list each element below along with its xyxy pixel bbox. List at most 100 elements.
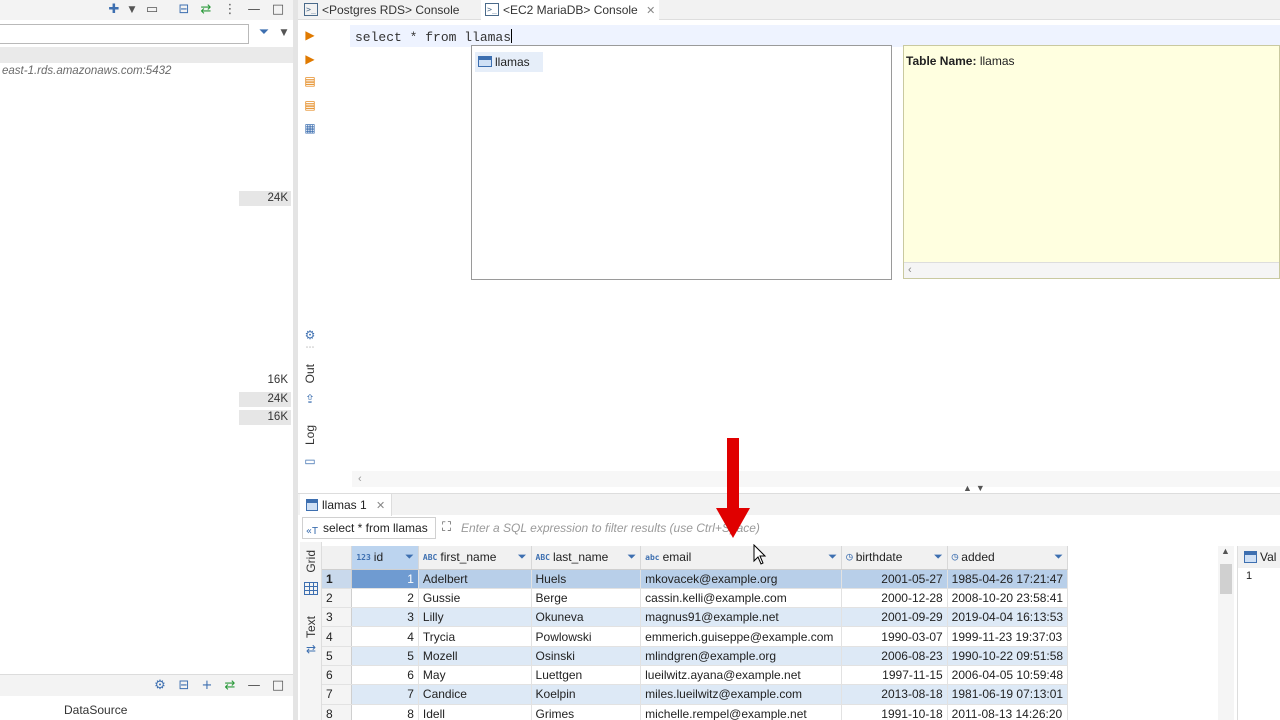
expand-icon[interactable]: ⛶: [442, 517, 451, 539]
cell-first-name[interactable]: Mozell: [418, 646, 532, 666]
cell-last-name[interactable]: Luettgen: [531, 665, 642, 686]
cell-first-name[interactable]: Lilly: [418, 607, 532, 628]
navigator-selected-row[interactable]: [0, 47, 293, 63]
execute-script-new-tab-icon[interactable]: ▤: [303, 98, 317, 112]
cell-last-name[interactable]: Osinski: [531, 646, 642, 666]
new-connection-icon[interactable]: ✚: [106, 2, 122, 18]
tab-postgres-console[interactable]: >_ <Postgres RDS> Console: [300, 0, 480, 20]
cell-email[interactable]: lueilwitz.ayana@example.net: [640, 665, 843, 686]
table-row[interactable]: 2 2 Gussie Berge cassin.kelli@example.com 200…: [322, 588, 1218, 609]
cell-added[interactable]: 2011-08-13 14:26:20: [947, 704, 1069, 720]
connection-url[interactable]: east-1.rds.amazonaws.com:5432: [2, 65, 171, 77]
scroll-left-icon[interactable]: ‹: [908, 264, 912, 276]
column-header-first-name[interactable]: ABC first_name ⏷: [418, 546, 532, 570]
log-icon[interactable]: ▭: [303, 454, 317, 468]
cell-birthdate[interactable]: 2006-08-23: [841, 646, 948, 666]
cell-id[interactable]: 5: [351, 646, 419, 666]
cell-last-name[interactable]: Berge: [531, 588, 642, 609]
cell-id[interactable]: 7: [351, 684, 419, 705]
cell-first-name[interactable]: Gussie: [418, 588, 532, 609]
cell-id[interactable]: 3: [351, 607, 419, 628]
column-filter-icon[interactable]: ⏷: [518, 550, 527, 564]
gear-icon[interactable]: ⚙: [152, 678, 168, 694]
results-grid[interactable]: 123 id ⏷ ABC first_name ⏷ ABC last_name ⏷ abc e…: [322, 546, 1218, 720]
sql-query-text[interactable]: select * from llamas: [355, 29, 513, 45]
link-with-editor-icon[interactable]: ⇄: [198, 2, 214, 18]
filter-expression-input[interactable]: ⛶ Enter a SQL expression to filter resul…: [439, 517, 1280, 539]
sync-icon[interactable]: ⇄: [222, 678, 238, 694]
grid-vertical-scrollbar[interactable]: ▲: [1218, 546, 1234, 720]
close-icon[interactable]: ✕: [646, 4, 655, 17]
cell-birthdate[interactable]: 1990-03-07: [841, 626, 948, 647]
cell-id[interactable]: 4: [351, 626, 419, 647]
execute-statement-icon[interactable]: ▶: [303, 28, 317, 42]
cell-email[interactable]: mlindgren@example.org: [640, 646, 843, 666]
cell-first-name[interactable]: Candice: [418, 684, 532, 705]
filter-dropdown-icon[interactable]: ▼: [276, 25, 292, 41]
cell-birthdate[interactable]: 2013-08-18: [841, 684, 948, 705]
column-filter-icon[interactable]: ⏷: [1054, 550, 1063, 564]
cell-last-name[interactable]: Grimes: [531, 704, 642, 720]
collapse-all-icon[interactable]: ⊟: [176, 2, 192, 18]
cell-first-name[interactable]: May: [418, 665, 532, 686]
active-query-label[interactable]: «T select * from llamas: [302, 517, 436, 539]
cell-email[interactable]: miles.lueilwitz@example.com: [640, 684, 843, 705]
explain-plan-icon[interactable]: ▦: [303, 121, 317, 135]
cell-added[interactable]: 1985-04-26 17:21:47: [947, 569, 1069, 589]
minimize-icon[interactable]: —: [246, 2, 262, 18]
cell-first-name[interactable]: Trycia: [418, 626, 532, 647]
cell-added[interactable]: 2006-04-05 10:59:48: [947, 665, 1069, 686]
scrollbar-thumb[interactable]: [1220, 564, 1232, 594]
value-panel-header[interactable]: Val: [1238, 546, 1280, 568]
table-row[interactable]: 1 1 Adelbert Huels mkovacek@example.org 2001-…: [322, 569, 1218, 589]
cell-last-name[interactable]: Huels: [531, 569, 642, 589]
cell-last-name[interactable]: Okuneva: [531, 607, 642, 628]
cell-birthdate[interactable]: 1997-11-15: [841, 665, 948, 686]
cell-email[interactable]: michelle.rempel@example.net: [640, 704, 843, 720]
splitter-arrows[interactable]: ▲▼: [963, 483, 989, 493]
more-icon[interactable]: ⋯: [303, 341, 317, 355]
cell-birthdate[interactable]: 2000-12-28: [841, 588, 948, 609]
cell-email[interactable]: magnus91@example.net: [640, 607, 843, 628]
table-row[interactable]: 5 5 Mozell Osinski mlindgren@example.org 2006…: [322, 646, 1218, 666]
cell-birthdate[interactable]: 1991-10-18: [841, 704, 948, 720]
cell-first-name[interactable]: Adelbert: [418, 569, 532, 589]
column-filter-icon[interactable]: ⏷: [627, 550, 636, 564]
cell-email[interactable]: emmerich.guiseppe@example.com: [640, 626, 843, 647]
cell-added[interactable]: 1999-11-23 19:37:03: [947, 626, 1069, 647]
table-row[interactable]: 3 3 Lilly Okuneva magnus91@example.net 2001-0…: [322, 607, 1218, 628]
table-row[interactable]: 8 8 Idell Grimes michelle.rempel@example.net…: [322, 704, 1218, 720]
text-view-tab[interactable]: Text: [304, 616, 318, 638]
execute-script-icon[interactable]: ▤: [303, 74, 317, 88]
gear-icon[interactable]: ⚙: [303, 328, 317, 342]
cell-id[interactable]: 8: [351, 704, 419, 720]
cell-birthdate[interactable]: 2001-05-27: [841, 569, 948, 589]
cell-email[interactable]: cassin.kelli@example.com: [640, 588, 843, 609]
cell-birthdate[interactable]: 2001-09-29: [841, 607, 948, 628]
cell-last-name[interactable]: Powlowski: [531, 626, 642, 647]
column-filter-icon[interactable]: ⏷: [405, 550, 414, 564]
cell-added[interactable]: 2008-10-20 23:58:41: [947, 588, 1069, 609]
column-header-added[interactable]: ◷ added ⏷: [947, 546, 1069, 570]
editor-horizontal-scrollbar[interactable]: ‹: [352, 471, 1280, 487]
table-row[interactable]: 6 6 May Luettgen lueilwitz.ayana@example.net…: [322, 665, 1218, 686]
view-menu-icon[interactable]: ⋮: [222, 2, 238, 18]
add-icon[interactable]: +: [199, 678, 215, 694]
output-panel-toggle[interactable]: Out: [303, 364, 317, 383]
table-row[interactable]: 7 7 Candice Koelpin miles.lueilwitz@example.…: [322, 684, 1218, 705]
autocomplete-item-llamas[interactable]: llamas: [475, 52, 543, 72]
column-header-birthdate[interactable]: ◷ birthdate ⏷: [841, 546, 948, 570]
cell-id[interactable]: 1: [351, 569, 419, 589]
column-header-email[interactable]: abc email ⏷: [640, 546, 843, 570]
cell-id[interactable]: 6: [351, 665, 419, 686]
filter-icon[interactable]: ⏷: [256, 25, 272, 41]
navigator-filter-input[interactable]: [0, 24, 249, 44]
autocomplete-popup[interactable]: llamas: [471, 45, 892, 280]
column-header-last-name[interactable]: ABC last_name ⏷: [531, 546, 642, 570]
export-icon[interactable]: ⇪: [303, 392, 317, 406]
execute-in-new-tab-icon[interactable]: ▶: [303, 52, 317, 66]
maximize-icon[interactable]: □: [270, 2, 286, 18]
cell-added[interactable]: 2019-04-04 16:13:53: [947, 607, 1069, 628]
text-icon[interactable]: ⇄: [304, 642, 318, 656]
dropdown-arrow-icon[interactable]: ▼: [124, 2, 140, 18]
